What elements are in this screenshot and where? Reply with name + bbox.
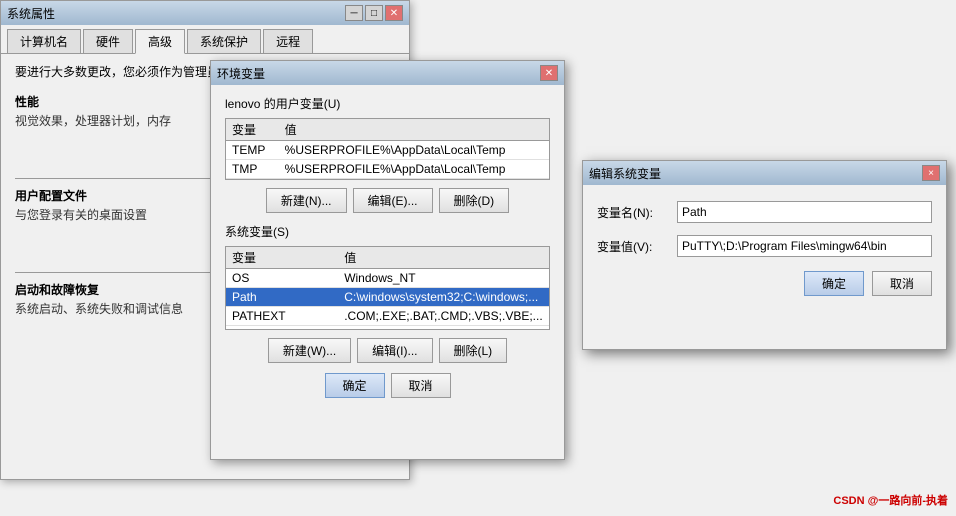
- var-name-input[interactable]: [677, 201, 932, 223]
- env-ok-btn[interactable]: 确定: [325, 373, 385, 398]
- var-name-row: 变量名(N):: [597, 201, 932, 223]
- sys-col-val: 值: [338, 247, 549, 269]
- var-value-input[interactable]: [677, 235, 932, 257]
- sys-var-name: PATHEXT: [226, 307, 338, 326]
- table-row[interactable]: PATHEXT .COM;.EXE;.BAT;.CMD;.VBS;.VBE;..…: [226, 307, 549, 326]
- user-vars-table-container: 变量 值 TEMP %USERPROFILE%\AppData\Local\Te…: [225, 118, 550, 180]
- env-dialog-title: 环境变量: [217, 65, 265, 82]
- sys-col-var: 变量: [226, 247, 338, 269]
- user-col-var: 变量: [226, 119, 279, 141]
- sys-var-val: Windows_NT: [338, 269, 549, 288]
- env-titlebar: 环境变量 ✕: [211, 61, 564, 85]
- user-vars-table: 变量 值 TEMP %USERPROFILE%\AppData\Local\Te…: [226, 119, 549, 179]
- sys-var-val: AMD64: [338, 326, 549, 330]
- user-var-val: %USERPROFILE%\AppData\Local\Temp: [279, 160, 549, 179]
- sys-props-titlebar: 系统属性 ─ □ ✕: [1, 1, 409, 25]
- user-var-val: %USERPROFILE%\AppData\Local\Temp: [279, 141, 549, 160]
- close-button[interactable]: ✕: [385, 5, 403, 21]
- tab-advanced[interactable]: 高级: [135, 29, 185, 54]
- edit-body: 变量名(N): 变量值(V): 确定 取消: [583, 185, 946, 306]
- sys-delete-btn[interactable]: 删除(L): [439, 338, 508, 363]
- tab-computer-name[interactable]: 计算机名: [7, 29, 81, 53]
- sys-vars-label: 系统变量(S): [225, 223, 550, 240]
- sys-props-title: 系统属性: [7, 5, 55, 22]
- csdn-watermark: CSDN @一路向前-执着: [833, 492, 948, 508]
- env-body: lenovo 的用户变量(U) 变量 值 TEMP %USERPROFILE%\…: [211, 85, 564, 418]
- sys-vars-table: 变量 值 OS Windows_NT Path C:\windows: [226, 247, 549, 329]
- table-row[interactable]: TMP %USERPROFILE%\AppData\Local\Temp: [226, 160, 549, 179]
- user-var-name: TMP: [226, 160, 279, 179]
- var-value-row: 变量值(V):: [597, 235, 932, 257]
- edit-titlebar: 编辑系统变量 ×: [583, 161, 946, 185]
- tabs-bar: 计算机名 硬件 高级 系统保护 远程: [1, 25, 409, 54]
- user-var-name: TEMP: [226, 141, 279, 160]
- sys-props-title-buttons: ─ □ ✕: [345, 5, 403, 21]
- tab-hardware[interactable]: 硬件: [83, 29, 133, 53]
- sys-vars-btn-row: 新建(W)... 编辑(I)... 删除(L): [225, 338, 550, 363]
- edit-bottom-btns: 确定 取消: [597, 271, 932, 296]
- edit-dialog-title: 编辑系统变量: [589, 165, 661, 182]
- sys-vars-section: 系统变量(S) 变量 值 OS Windows_N: [225, 223, 550, 363]
- edit-ok-btn[interactable]: 确定: [804, 271, 864, 296]
- user-vars-btn-row: 新建(N)... 编辑(E)... 删除(D): [225, 188, 550, 213]
- user-vars-scrollable[interactable]: 变量 值 TEMP %USERPROFILE%\AppData\Local\Te…: [226, 119, 549, 179]
- table-row[interactable]: PROCESSOR_AR AMD64: [226, 326, 549, 330]
- sys-var-name: PROCESSOR_AR: [226, 326, 338, 330]
- user-col-val: 值: [279, 119, 549, 141]
- env-variables-dialog: 环境变量 ✕ lenovo 的用户变量(U) 变量 值 TEMP: [210, 60, 565, 460]
- edit-sys-var-dialog: 编辑系统变量 × 变量名(N): 变量值(V): 确定 取消: [582, 160, 947, 350]
- maximize-button[interactable]: □: [365, 5, 383, 21]
- env-bottom-btns: 确定 取消: [225, 373, 550, 398]
- env-cancel-btn[interactable]: 取消: [391, 373, 451, 398]
- edit-cancel-btn[interactable]: 取消: [872, 271, 932, 296]
- sys-var-val: C:\windows\system32;C:\windows;...: [338, 288, 549, 307]
- sys-var-name: Path: [226, 288, 338, 307]
- user-edit-btn[interactable]: 编辑(E)...: [353, 188, 433, 213]
- user-delete-btn[interactable]: 删除(D): [439, 188, 510, 213]
- var-name-label: 变量名(N):: [597, 204, 677, 221]
- env-title-buttons: ✕: [540, 65, 558, 81]
- user-new-btn[interactable]: 新建(N)...: [266, 188, 347, 213]
- sys-var-name: OS: [226, 269, 338, 288]
- env-close-button[interactable]: ✕: [540, 65, 558, 81]
- var-value-label: 变量值(V):: [597, 238, 677, 255]
- user-vars-label: lenovo 的用户变量(U): [225, 95, 550, 112]
- table-row[interactable]: TEMP %USERPROFILE%\AppData\Local\Temp: [226, 141, 549, 160]
- tab-system-protection[interactable]: 系统保护: [187, 29, 261, 53]
- minimize-button[interactable]: ─: [345, 5, 363, 21]
- sys-var-val: .COM;.EXE;.BAT;.CMD;.VBS;.VBE;...: [338, 307, 549, 326]
- table-row[interactable]: Path C:\windows\system32;C:\windows;...: [226, 288, 549, 307]
- sys-new-btn[interactable]: 新建(W)...: [268, 338, 351, 363]
- tab-remote[interactable]: 远程: [263, 29, 313, 53]
- table-row[interactable]: OS Windows_NT: [226, 269, 549, 288]
- sys-edit-btn[interactable]: 编辑(I)...: [357, 338, 432, 363]
- edit-close-button[interactable]: ×: [922, 165, 940, 181]
- edit-title-buttons: ×: [922, 165, 940, 181]
- sys-vars-table-container: 变量 值 OS Windows_NT Path C:\windows: [225, 246, 550, 330]
- sys-vars-scrollable[interactable]: 变量 值 OS Windows_NT Path C:\windows: [226, 247, 549, 329]
